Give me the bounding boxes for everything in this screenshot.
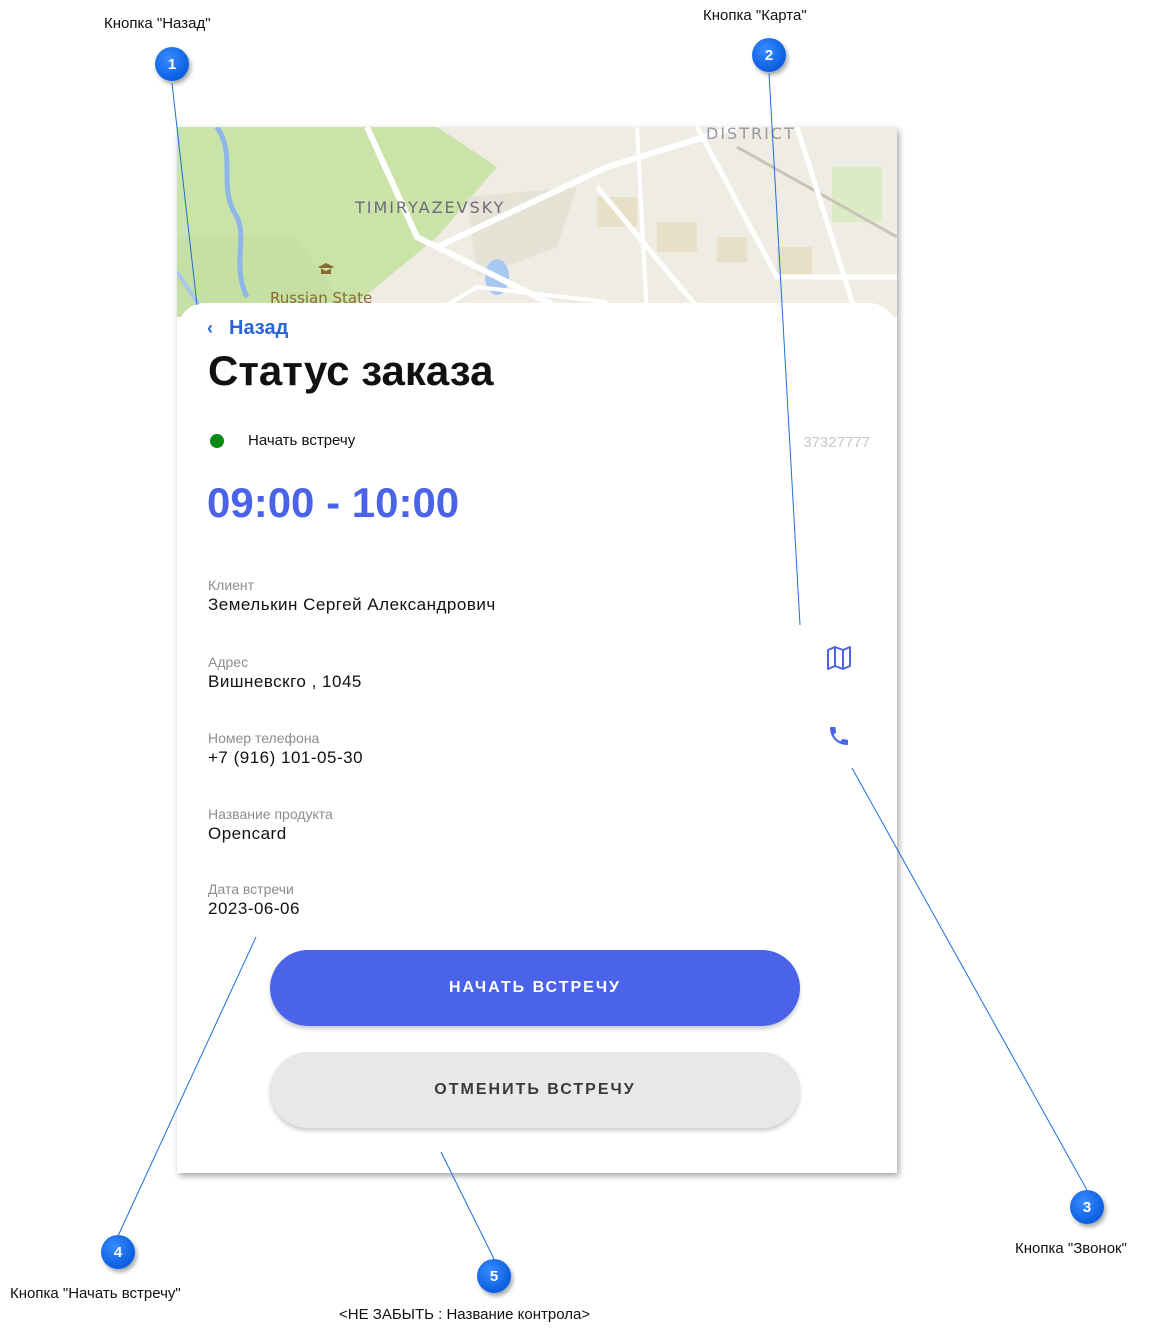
map-label-district: DISTRICT (706, 127, 796, 143)
order-status-sheet: ‹ Назад Статус заказа Начать встречу 373… (177, 303, 897, 1173)
client-label: Клиент (208, 577, 255, 593)
client-field: Клиент Земелькин Сергей Александрович (208, 576, 496, 616)
client-value: Земелькин Сергей Александрович (208, 595, 496, 614)
address-value: Вишневскго , 1045 (208, 672, 362, 691)
map-button[interactable] (822, 641, 856, 675)
callout-badge-2: 2 (752, 38, 786, 72)
callout-badge-3: 3 (1070, 1190, 1104, 1224)
status-row: Начать встречу (210, 432, 355, 449)
map-image: DISTRICT TIMIRYAZEVSKY Russian State (177, 127, 897, 317)
back-button[interactable]: ‹ Назад (207, 317, 288, 340)
callout-label-unnamed: <НЕ ЗАБЫТЬ : Название контрола> (339, 1306, 591, 1323)
page-title: Статус заказа (208, 347, 494, 394)
call-button[interactable] (822, 719, 856, 753)
phone-field: Номер телефона +7 (916) 101-05-30 (208, 729, 363, 769)
cancel-meeting-button[interactable]: ОТМЕНИТЬ ВСТРЕЧУ (270, 1052, 800, 1128)
callout-label-map: Кнопка "Карта" (703, 7, 807, 24)
callout-badge-4: 4 (101, 1235, 135, 1269)
time-range: 09:00 - 10:00 (207, 479, 460, 526)
product-value: Opencard (208, 824, 287, 843)
back-button-label: Назад (229, 317, 289, 339)
callout-label-back: Кнопка "Назад" (104, 15, 211, 32)
product-field: Название продукта Opencard (208, 805, 333, 845)
date-value: 2023-06-06 (208, 899, 300, 918)
address-field: Адрес Вишневскго , 1045 (208, 653, 362, 693)
phone-icon (830, 727, 848, 745)
start-meeting-button[interactable]: НАЧАТЬ ВСТРЕЧУ (270, 950, 800, 1026)
product-label: Название продукта (208, 806, 333, 822)
chevron-left-icon: ‹ (207, 318, 213, 338)
phone-value: +7 (916) 101-05-30 (208, 748, 364, 767)
app-screen: DISTRICT TIMIRYAZEVSKY Russian State ‹ Н… (177, 127, 897, 1173)
status-text: Начать встречу (248, 432, 356, 449)
order-id: 37327777 (803, 434, 870, 451)
callout-badge-5: 5 (477, 1259, 511, 1293)
map-icon (827, 646, 851, 670)
callout-label-start: Кнопка "Начать встречу" (10, 1285, 181, 1302)
date-label: Дата встречи (208, 881, 294, 897)
status-dot-icon (210, 433, 224, 448)
phone-label: Номер телефона (208, 730, 320, 746)
map-background[interactable]: DISTRICT TIMIRYAZEVSKY Russian State (177, 127, 897, 317)
date-field: Дата встречи 2023-06-06 (208, 880, 300, 920)
map-label-area: TIMIRYAZEVSKY (354, 198, 505, 217)
callout-badge-1: 1 (155, 47, 189, 81)
callout-label-call: Кнопка "Звонок" (1015, 1240, 1127, 1257)
address-label: Адрес (208, 654, 249, 670)
